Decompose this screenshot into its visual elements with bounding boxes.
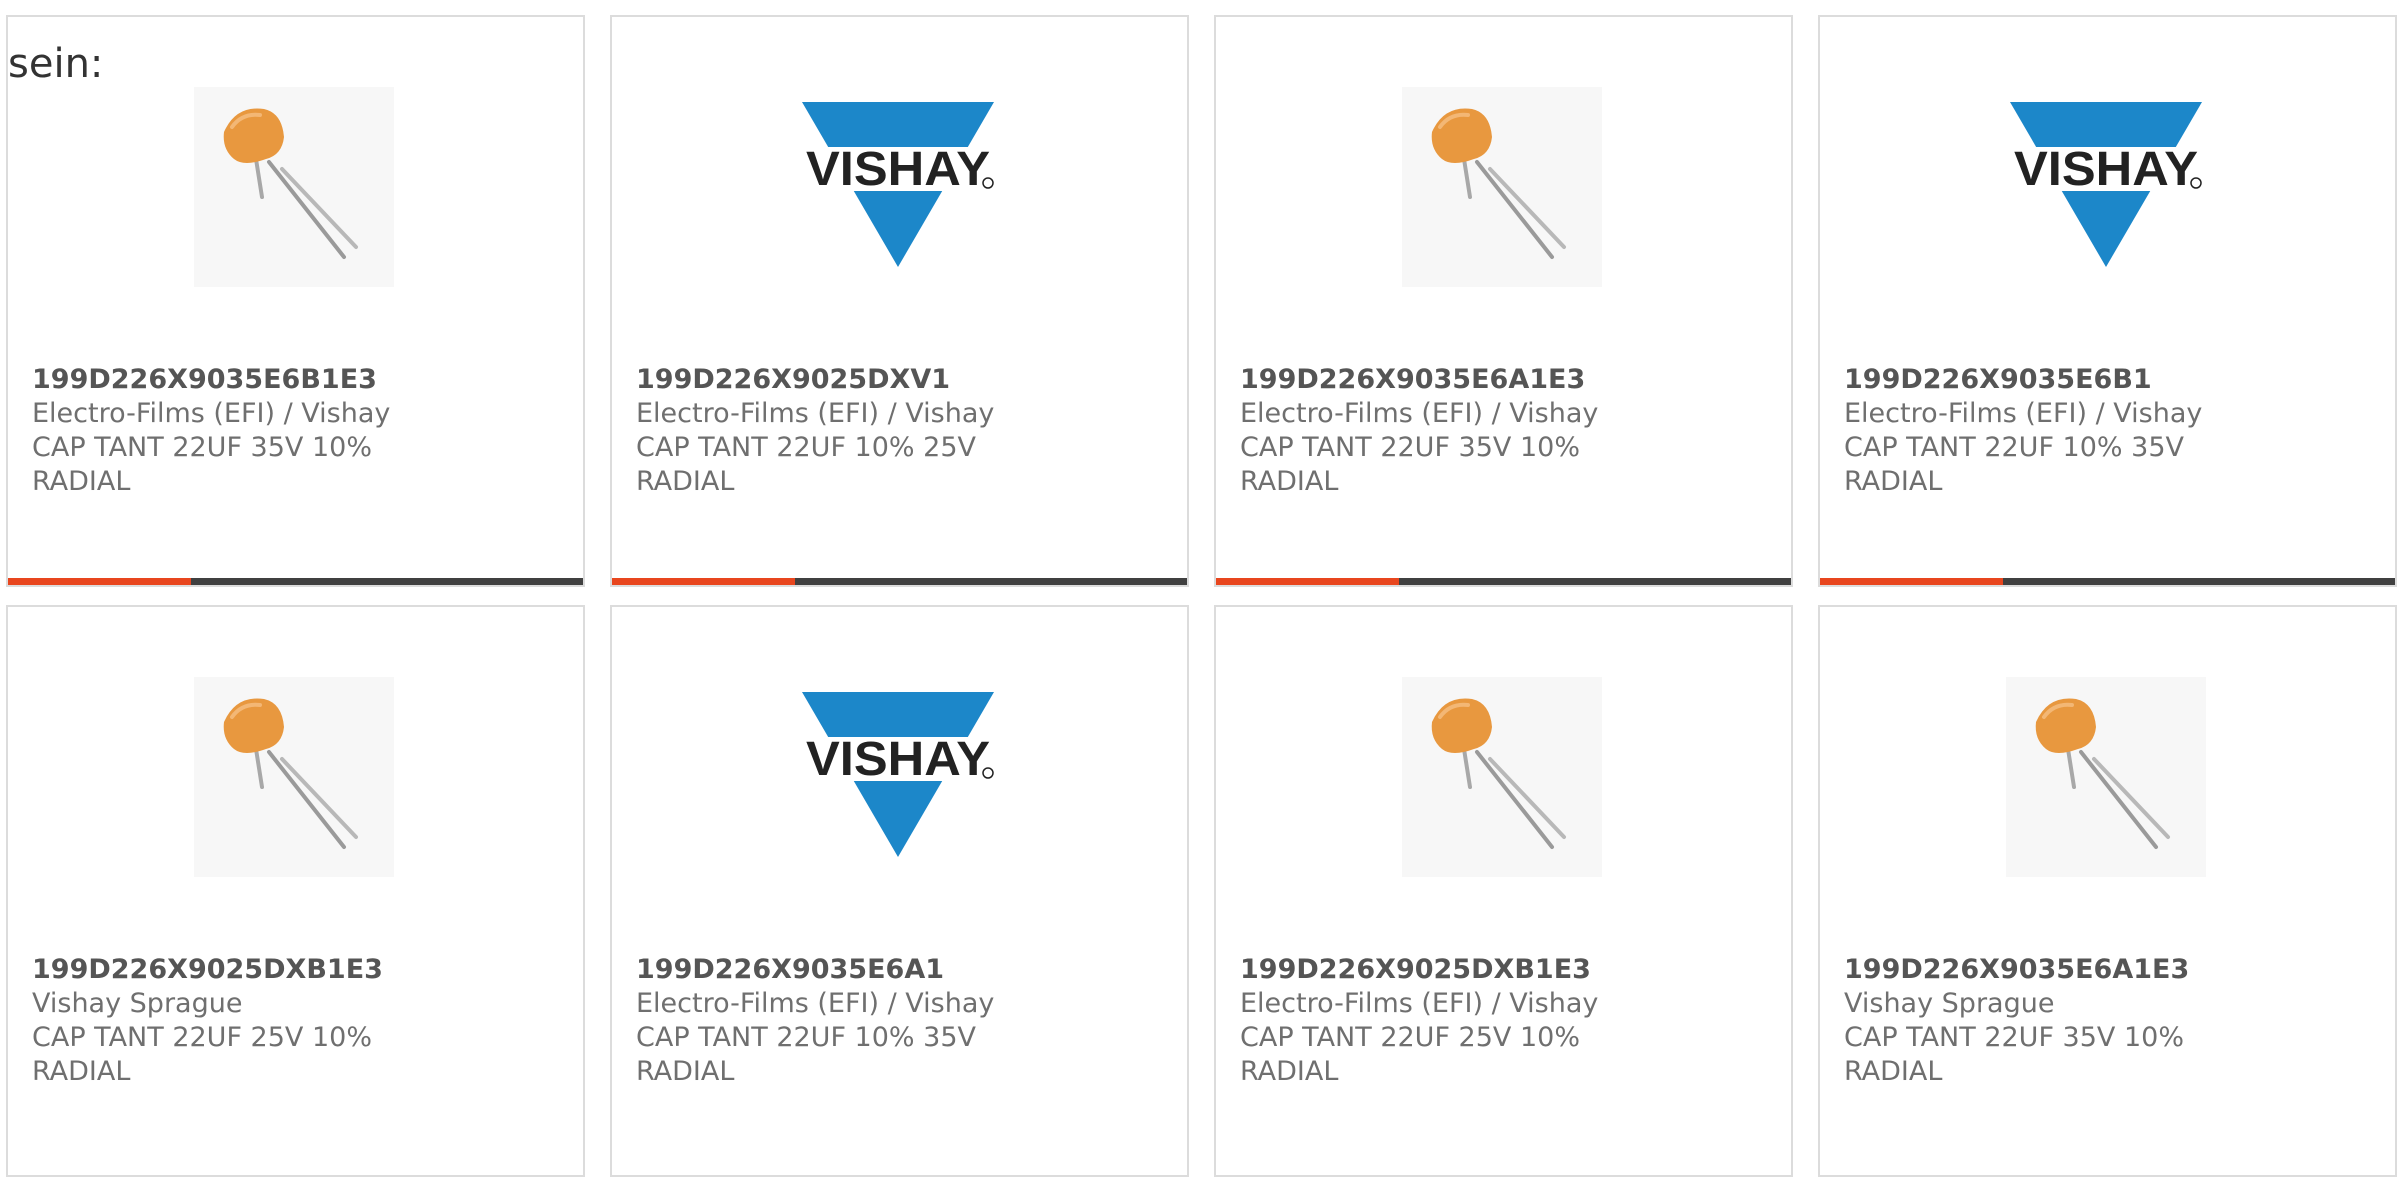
part-number-link[interactable]: 199D226X9025DXB1E3 bbox=[32, 953, 563, 987]
description: CAP TANT 22UF 25V 10% bbox=[1240, 1022, 1580, 1053]
description: CAP TANT 22UF 35V 10% bbox=[32, 432, 372, 463]
part-number-link[interactable]: 199D226X9035E6B1E3 bbox=[32, 363, 563, 397]
capacitor-icon bbox=[194, 677, 394, 877]
card-bottom-bar bbox=[1820, 578, 2395, 585]
product-image[interactable] bbox=[1402, 677, 1602, 877]
description: CAP TANT 22UF 35V 10% bbox=[1844, 1022, 2184, 1053]
package-type: RADIAL bbox=[636, 466, 735, 497]
package-type: RADIAL bbox=[32, 1056, 131, 1087]
svg-text:VISHAY: VISHAY bbox=[806, 733, 990, 786]
manufacturer: Vishay Sprague bbox=[32, 988, 243, 1019]
package-type: RADIAL bbox=[636, 1056, 735, 1087]
description: CAP TANT 22UF 10% 35V bbox=[1844, 432, 2184, 463]
card-accent-bar bbox=[1216, 578, 1399, 585]
product-info: 199D226X9035E6A1E3 Vishay Sprague CAP TA… bbox=[1844, 953, 2375, 1089]
capacitor-icon bbox=[2006, 677, 2206, 877]
vishay-logo-icon: VISHAY bbox=[802, 102, 994, 267]
description: CAP TANT 22UF 35V 10% bbox=[1240, 432, 1580, 463]
product-info: 199D226X9035E6A1E3 Electro-Films (EFI) /… bbox=[1240, 363, 1771, 499]
product-info: 199D226X9035E6B1E3 Electro-Films (EFI) /… bbox=[32, 363, 563, 499]
capacitor-icon bbox=[1402, 677, 1602, 877]
manufacturer: Electro-Films (EFI) / Vishay bbox=[1844, 398, 2203, 429]
product-card[interactable]: 199D226X9025DXB1E3 Electro-Films (EFI) /… bbox=[1214, 605, 1793, 1177]
product-info: 199D226X9035E6A1 Electro-Films (EFI) / V… bbox=[636, 953, 1167, 1089]
product-image[interactable] bbox=[1402, 87, 1602, 287]
manufacturer: Electro-Films (EFI) / Vishay bbox=[1240, 398, 1599, 429]
package-type: RADIAL bbox=[32, 466, 131, 497]
card-accent-bar bbox=[612, 578, 795, 585]
product-card[interactable]: VISHAY 199D226X9035E6B1 Electro-Films (E… bbox=[1818, 15, 2397, 587]
product-card[interactable]: 199D226X9035E6A1E3 Electro-Films (EFI) /… bbox=[1214, 15, 1793, 587]
part-number-link[interactable]: 199D226X9035E6B1 bbox=[1844, 363, 2375, 397]
product-card[interactable]: 199D226X9035E6A1E3 Vishay Sprague CAP TA… bbox=[1818, 605, 2397, 1177]
package-type: RADIAL bbox=[1844, 1056, 1943, 1087]
product-info: 199D226X9025DXB1E3 Vishay Sprague CAP TA… bbox=[32, 953, 563, 1089]
card-accent-bar bbox=[1820, 578, 2003, 585]
card-accent-bar bbox=[8, 578, 191, 585]
manufacturer: Electro-Films (EFI) / Vishay bbox=[636, 398, 995, 429]
capacitor-icon bbox=[194, 87, 394, 287]
svg-text:VISHAY: VISHAY bbox=[2014, 143, 2198, 196]
description: CAP TANT 22UF 25V 10% bbox=[32, 1022, 372, 1053]
part-number-link[interactable]: 199D226X9035E6A1 bbox=[636, 953, 1167, 987]
card-bottom-bar bbox=[8, 578, 583, 585]
product-image[interactable] bbox=[194, 677, 394, 877]
product-image[interactable]: VISHAY bbox=[798, 677, 998, 877]
product-card[interactable]: 199D226X9035E6B1E3 Electro-Films (EFI) /… bbox=[6, 15, 585, 587]
package-type: RADIAL bbox=[1240, 1056, 1339, 1087]
product-image[interactable] bbox=[2006, 677, 2206, 877]
vishay-logo-icon: VISHAY bbox=[2010, 102, 2202, 267]
capacitor-icon bbox=[1402, 87, 1602, 287]
product-image[interactable] bbox=[194, 87, 394, 287]
part-number-link[interactable]: 199D226X9025DXB1E3 bbox=[1240, 953, 1771, 987]
product-image[interactable]: VISHAY bbox=[798, 87, 998, 287]
product-info: 199D226X9025DXB1E3 Electro-Films (EFI) /… bbox=[1240, 953, 1771, 1089]
product-card[interactable]: 199D226X9025DXB1E3 Vishay Sprague CAP TA… bbox=[6, 605, 585, 1177]
product-card[interactable]: VISHAY 199D226X9025DXV1 Electro-Films (E… bbox=[610, 15, 1189, 587]
description: CAP TANT 22UF 10% 25V bbox=[636, 432, 976, 463]
product-grid: 199D226X9035E6B1E3 Electro-Films (EFI) /… bbox=[0, 0, 2400, 1177]
package-type: RADIAL bbox=[1844, 466, 1943, 497]
description: CAP TANT 22UF 10% 35V bbox=[636, 1022, 976, 1053]
product-info: 199D226X9035E6B1 Electro-Films (EFI) / V… bbox=[1844, 363, 2375, 499]
intro-text: sein: bbox=[8, 41, 104, 87]
manufacturer: Vishay Sprague bbox=[1844, 988, 2055, 1019]
manufacturer: Electro-Films (EFI) / Vishay bbox=[32, 398, 391, 429]
part-number-link[interactable]: 199D226X9035E6A1E3 bbox=[1844, 953, 2375, 987]
card-bottom-bar bbox=[1216, 578, 1791, 585]
manufacturer: Electro-Films (EFI) / Vishay bbox=[636, 988, 995, 1019]
part-number-link[interactable]: 199D226X9035E6A1E3 bbox=[1240, 363, 1771, 397]
product-card[interactable]: VISHAY 199D226X9035E6A1 Electro-Films (E… bbox=[610, 605, 1189, 1177]
manufacturer: Electro-Films (EFI) / Vishay bbox=[1240, 988, 1599, 1019]
package-type: RADIAL bbox=[1240, 466, 1339, 497]
vishay-logo-icon: VISHAY bbox=[802, 692, 994, 857]
part-number-link[interactable]: 199D226X9025DXV1 bbox=[636, 363, 1167, 397]
product-image[interactable]: VISHAY bbox=[2006, 87, 2206, 287]
product-info: 199D226X9025DXV1 Electro-Films (EFI) / V… bbox=[636, 363, 1167, 499]
svg-text:VISHAY: VISHAY bbox=[806, 143, 990, 196]
card-bottom-bar bbox=[612, 578, 1187, 585]
